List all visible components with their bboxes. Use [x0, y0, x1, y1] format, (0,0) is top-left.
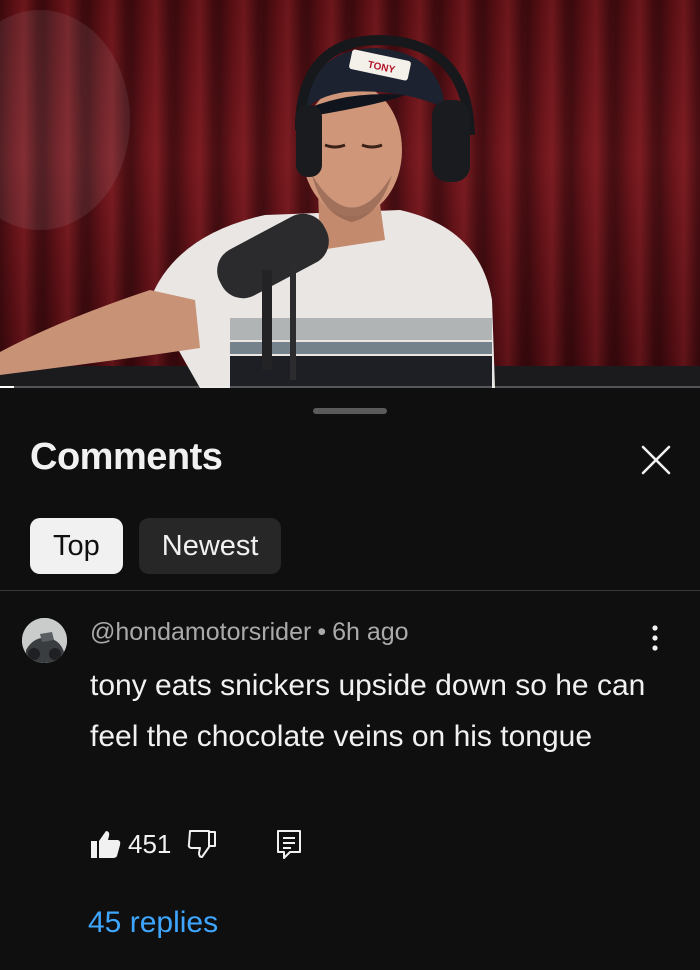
comments-title: Comments: [30, 436, 223, 478]
chip-top[interactable]: Top: [30, 518, 123, 574]
drag-handle[interactable]: [313, 408, 387, 414]
close-icon[interactable]: [636, 440, 676, 480]
video-frame: TONY: [0, 10, 700, 388]
comments-sheet: Comments Top Newest @hondamotorsrider • 6h…: [0, 392, 700, 970]
more-vert-icon[interactable]: [640, 620, 670, 656]
comment-text: tony eats snickers upside down so he can…: [90, 669, 646, 753]
video-player[interactable]: TONY: [0, 0, 700, 388]
thumbs-up-icon[interactable]: [90, 828, 122, 860]
comment-meta: @hondamotorsrider • 6h ago: [90, 618, 409, 647]
reply-icon[interactable]: [275, 828, 303, 860]
sort-chips: Top Newest: [30, 518, 282, 574]
replies-link[interactable]: 45 replies: [88, 906, 218, 940]
avatar[interactable]: [22, 618, 67, 663]
comment-author[interactable]: @hondamotorsrider: [90, 618, 311, 646]
like-count: 451: [128, 828, 172, 859]
thumbs-down-icon[interactable]: [187, 828, 217, 860]
video-progress-bar[interactable]: [0, 386, 700, 388]
avatar-image: [22, 618, 67, 663]
meta-separator: •: [317, 618, 327, 646]
comment-time: 6h ago: [332, 618, 409, 646]
chip-newest[interactable]: Newest: [138, 518, 282, 574]
divider: [0, 590, 700, 591]
video-progress-fill: [0, 386, 14, 388]
comment-actions: 451: [90, 824, 303, 864]
